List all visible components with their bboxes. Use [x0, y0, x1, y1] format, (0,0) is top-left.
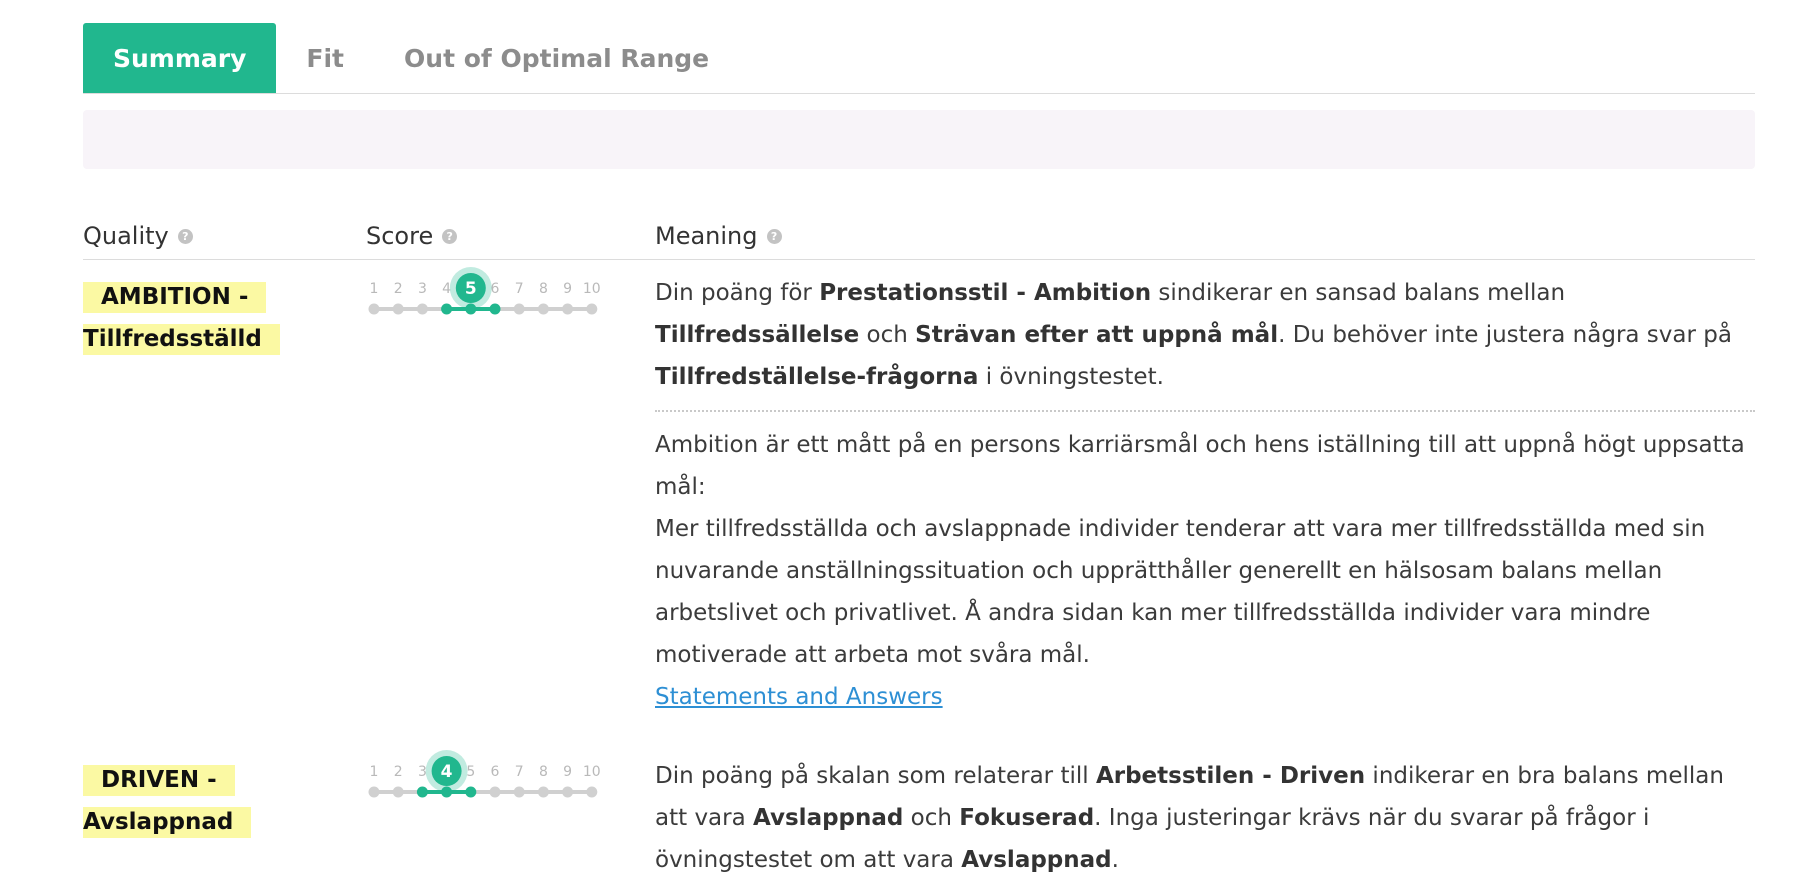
scale-tick-label: 7 — [515, 281, 524, 297]
scale-tick-label: 9 — [563, 281, 572, 297]
bold-term: Avslappnad — [753, 805, 904, 831]
score-scale: 123456789105 — [366, 267, 606, 322]
text-run: och — [903, 805, 960, 831]
scale-tick-label: 1 — [370, 281, 379, 297]
scale-tick-label: 2 — [394, 764, 403, 780]
scale-tick-label: 8 — [539, 764, 548, 780]
scale-dot — [489, 303, 501, 315]
text-run: och — [859, 322, 916, 348]
quality-label: Tillfredsställd — [83, 324, 280, 355]
scale-tick-label: 3 — [418, 764, 427, 780]
quality-label: DRIVEN - — [83, 765, 235, 796]
score-scale: 123456789104 — [366, 750, 606, 805]
help-icon[interactable]: ? — [442, 228, 458, 244]
scale-dot — [562, 303, 574, 315]
scale-tick-label: 5 — [466, 764, 475, 780]
scale-dot — [392, 786, 404, 798]
quality-cell: DRIVEN - Avslappnad — [83, 765, 343, 838]
text-run: i övningstestet. — [978, 364, 1164, 390]
text-run: . Du behöver inte justera några svar på — [1278, 322, 1732, 348]
scale-dot — [416, 786, 428, 798]
text-run: . — [1111, 847, 1119, 873]
scale-tick-label: 10 — [583, 764, 601, 780]
statements-and-answers-link[interactable]: Statements and Answers — [655, 684, 943, 710]
scale-tick-label: 6 — [491, 281, 500, 297]
help-icon[interactable]: ? — [177, 228, 193, 244]
score-scale-graphic: 123456789104 — [368, 750, 601, 798]
info-banner — [83, 110, 1755, 169]
quality-label: Avslappnad — [83, 807, 252, 838]
score-scale-graphic: 123456789105 — [368, 267, 601, 315]
quality-header-label: Quality — [83, 222, 169, 250]
scale-tick-label: 3 — [418, 281, 427, 297]
scale-tick-label: 6 — [491, 764, 500, 780]
scale-tick-label: 9 — [563, 764, 572, 780]
bold-term: Avslappnad — [961, 847, 1112, 873]
scale-tick-label: 1 — [370, 764, 379, 780]
bold-term: Tillfredställelse-frågorna — [655, 364, 979, 390]
text-run: Din poäng på skalan som relaterar till — [655, 763, 1096, 789]
quality-description: Ambition är ett mått på en persons karri… — [655, 432, 1745, 500]
bold-term: Arbetsstilen - Driven — [1095, 763, 1366, 789]
meaning-text: Din poäng på skalan som relaterar till A… — [655, 755, 1755, 881]
scale-dot — [465, 786, 477, 798]
scale-dot — [392, 303, 404, 315]
meaning-cell: Din poäng på skalan som relaterar till A… — [655, 755, 1755, 881]
help-icon[interactable]: ? — [766, 228, 782, 244]
scale-dot — [441, 303, 453, 315]
score-value: 5 — [465, 279, 477, 299]
scale-dot — [586, 786, 598, 798]
scale-tick-label: 7 — [515, 764, 524, 780]
bold-term: Strävan efter att uppnå mål — [915, 322, 1279, 348]
scale-dot — [368, 303, 380, 315]
text-run: Din poäng för — [655, 280, 820, 306]
tab-summary[interactable]: Summary — [83, 23, 277, 93]
score-value: 4 — [441, 762, 453, 782]
scale-dot — [416, 303, 428, 315]
scale-dot — [489, 786, 501, 798]
score-header-label: Score — [366, 222, 434, 250]
table-header: Quality ? Score ? Meaning ? — [83, 214, 1755, 260]
quality-label: AMBITION - — [83, 282, 267, 313]
scale-dot — [513, 786, 525, 798]
scale-dot — [537, 786, 549, 798]
scale-dot — [562, 786, 574, 798]
meaning-column-header: Meaning ? — [655, 222, 782, 250]
bold-term: Prestationsstil - Ambition — [819, 280, 1152, 306]
scale-dot — [537, 303, 549, 315]
text-run: sindikerar en sansad balans mellan — [1151, 280, 1566, 306]
scale-dot — [513, 303, 525, 315]
bold-term: Tillfredssällelse — [655, 322, 860, 348]
meaning-cell: Din poäng för Prestationsstil - Ambition… — [655, 272, 1755, 718]
scale-dot — [586, 303, 598, 315]
tab-out-of-optimal-range[interactable]: Out of Optimal Range — [374, 23, 739, 93]
meaning-header-label: Meaning — [655, 222, 758, 250]
tab-fit[interactable]: Fit — [276, 23, 374, 93]
scale-tick-label: 8 — [539, 281, 548, 297]
quality-description: Mer tillfredsställda och avslappnade ind… — [655, 516, 1706, 668]
meaning-text: Din poäng för Prestationsstil - Ambition… — [655, 272, 1755, 398]
dotted-divider — [655, 410, 1755, 412]
bold-term: Fokuserad — [959, 805, 1095, 831]
scale-dot — [368, 786, 380, 798]
scale-tick-label: 2 — [394, 281, 403, 297]
quality-cell: AMBITION - Tillfredsställd — [83, 282, 343, 355]
scale-tick-label: 4 — [442, 281, 451, 297]
tab-bar: Summary Fit Out of Optimal Range — [83, 23, 1755, 94]
score-column-header: Score ? — [366, 222, 458, 250]
quality-column-header: Quality ? — [83, 222, 193, 250]
scale-tick-label: 10 — [583, 281, 601, 297]
